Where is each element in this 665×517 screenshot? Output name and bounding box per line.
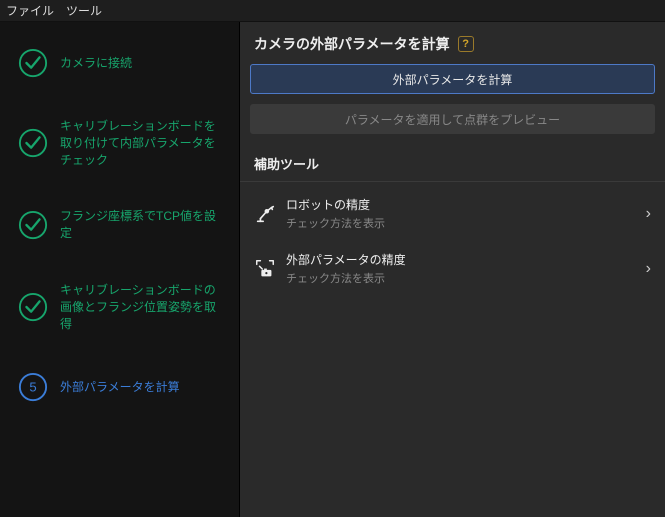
tool-extrinsic-accuracy[interactable]: 外部パラメータの精度 チェック方法を表示 › <box>240 241 665 296</box>
chevron-right-icon: › <box>646 205 651 223</box>
menu-tools[interactable]: ツール <box>66 2 102 19</box>
svg-text:5: 5 <box>29 380 36 395</box>
step-3[interactable]: フランジ座標系でTCP値を設定 <box>0 188 239 262</box>
robot-arm-icon <box>254 203 276 225</box>
tool-title: 外部パラメータの精度 <box>286 251 636 268</box>
step-label: 外部パラメータを計算 <box>60 379 180 396</box>
check-circle-icon <box>18 128 48 158</box>
check-circle-icon <box>18 210 48 240</box>
calc-extrinsics-button[interactable]: 外部パラメータを計算 <box>250 64 655 94</box>
main-title: カメラの外部パラメータを計算 <box>254 34 450 54</box>
menu-file[interactable]: ファイル <box>6 2 54 19</box>
tool-subtitle: チェック方法を表示 <box>286 215 636 231</box>
step-2[interactable]: キャリブレーションボードを取り付けて内部パラメータをチェック <box>0 98 239 188</box>
chevron-right-icon: › <box>646 260 651 278</box>
step-label: フランジ座標系でTCP値を設定 <box>60 208 221 242</box>
tool-subtitle: チェック方法を表示 <box>286 270 636 286</box>
tool-title: ロボットの精度 <box>286 196 636 213</box>
check-circle-icon <box>18 292 48 322</box>
step-label: キャリブレーションボードを取り付けて内部パラメータをチェック <box>60 118 221 168</box>
preview-pointcloud-button[interactable]: パラメータを適用して点群をプレビュー <box>250 104 655 134</box>
sidebar: カメラに接続 キャリブレーションボードを取り付けて内部パラメータをチェック フラ… <box>0 22 240 517</box>
tool-robot-accuracy[interactable]: ロボットの精度 チェック方法を表示 › <box>240 186 665 241</box>
menubar: ファイル ツール <box>0 0 665 22</box>
step-4[interactable]: キャリブレーションボードの画像とフランジ位置姿勢を取得 <box>0 262 239 352</box>
aux-tools-header: 補助ツール <box>240 140 665 182</box>
main-panel: カメラの外部パラメータを計算 ? 外部パラメータを計算 パラメータを適用して点群… <box>240 22 665 517</box>
step-label: キャリブレーションボードの画像とフランジ位置姿勢を取得 <box>60 282 221 332</box>
step-5[interactable]: 5 外部パラメータを計算 <box>0 352 239 422</box>
step-label: カメラに接続 <box>60 55 132 72</box>
camera-target-icon <box>254 258 276 280</box>
main-header: カメラの外部パラメータを計算 ? <box>240 22 665 64</box>
check-circle-icon <box>18 48 48 78</box>
help-icon[interactable]: ? <box>458 36 474 52</box>
step-1[interactable]: カメラに接続 <box>0 28 239 98</box>
current-step-icon: 5 <box>18 372 48 402</box>
